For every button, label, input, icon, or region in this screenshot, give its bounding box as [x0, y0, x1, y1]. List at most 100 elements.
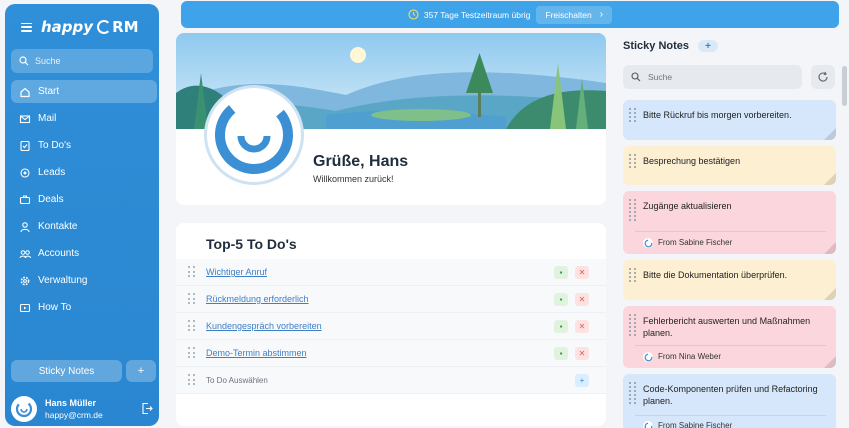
welcome-subtitle: Willkommen zurück! [313, 174, 394, 184]
unlock-button[interactable]: Freischalten › [536, 5, 613, 24]
todo-link[interactable]: Wichtiger Anruf [206, 267, 267, 277]
trial-banner: 357 Tage Testzeitraum übrig Freischalten… [181, 1, 839, 28]
sidebar-item-label: Deals [38, 194, 64, 205]
close-icon[interactable]: ✕ [575, 293, 589, 306]
note-fold [824, 173, 836, 185]
sticky-note[interactable]: Bitte Rückruf bis morgen vorbereiten. [623, 100, 836, 140]
todo-select-row[interactable]: To Do Auswählen + [176, 367, 606, 394]
profile-avatar-large [204, 85, 304, 185]
drag-handle-icon[interactable] [188, 320, 196, 332]
todo-row[interactable]: Demo-Termin abstimmen ▪ ✕ [176, 340, 606, 367]
notes-search-input[interactable] [648, 72, 768, 82]
hamburger-menu-icon[interactable] [21, 22, 32, 32]
todo-link[interactable]: Kundengespräch vorbereiten [206, 321, 322, 331]
sidebar-item-label: To Do's [38, 140, 72, 151]
sidebar-item-kontakte[interactable]: Kontakte [11, 215, 157, 238]
todo-link[interactable]: Rückmeldung erforderlich [206, 294, 309, 304]
sticky-note[interactable]: Bitte die Dokumentation überprüfen. [623, 260, 836, 300]
sidebar-item-deals[interactable]: Deals [11, 188, 157, 211]
sticky-notes-title: Sticky Notes [623, 40, 690, 52]
comment-icon[interactable]: ▪ [554, 293, 568, 306]
todos-title: Top-5 To Do's [206, 236, 297, 252]
notes-search[interactable] [623, 65, 802, 89]
sidebar-item-mail[interactable]: Mail [11, 107, 157, 130]
note-fold [824, 128, 836, 140]
user-email: happy@crm.de [45, 410, 103, 420]
user-info: Hans Müller happy@crm.de [45, 397, 103, 421]
sticky-notes-button[interactable]: Sticky Notes [11, 360, 122, 382]
avatar [643, 421, 653, 428]
sidebar-sticky-row: Sticky Notes + [11, 360, 157, 382]
drag-handle-icon[interactable] [629, 382, 637, 404]
add-sticky-note-button[interactable]: + [126, 360, 156, 382]
checklist-icon [18, 139, 31, 152]
gear-icon [18, 274, 31, 287]
note-fold [824, 242, 836, 254]
clock-icon [408, 9, 419, 20]
note-text: Code-Komponenten prüfen und Refactoring … [643, 384, 818, 406]
close-icon[interactable]: ✕ [575, 320, 589, 333]
drag-handle-icon[interactable] [629, 268, 637, 282]
drag-handle-icon[interactable] [188, 293, 196, 305]
welcome-card: Grüße, Hans Willkommen zurück! [176, 33, 606, 205]
drag-handle-icon[interactable] [188, 266, 196, 278]
user-name: Hans Müller [45, 398, 97, 408]
comment-icon[interactable]: ▪ [554, 347, 568, 360]
drag-handle-icon[interactable] [188, 347, 196, 359]
sidebar-item-howto[interactable]: How To [11, 296, 157, 319]
drag-handle-icon[interactable] [629, 108, 637, 122]
user-profile[interactable]: Hans Müller happy@crm.de [11, 396, 157, 422]
sidebar-item-label: Start [38, 86, 60, 97]
sidebar-item-todos[interactable]: To Do's [11, 134, 157, 157]
sticky-note[interactable]: Code-Komponenten prüfen und Refactoring … [623, 374, 836, 428]
todo-list: Wichtiger Anruf ▪ ✕ Rückmeldung erforder… [176, 259, 606, 394]
sticky-note[interactable]: Besprechung bestätigen [623, 146, 836, 185]
sticky-note[interactable]: Zugänge aktualisieren From Sabine Fische… [623, 191, 836, 254]
note-divider [635, 231, 826, 232]
sticky-note[interactable]: Fehlerbericht auswerten und Maßnahmen pl… [623, 306, 836, 368]
sidebar-item-label: Verwaltung [38, 275, 88, 286]
todo-row[interactable]: Kundengespräch vorbereiten ▪ ✕ [176, 313, 606, 340]
sidebar-item-label: Leads [38, 167, 66, 178]
todo-row[interactable]: Wichtiger Anruf ▪ ✕ [176, 259, 606, 286]
add-icon[interactable]: + [575, 374, 589, 387]
note-divider [635, 345, 826, 346]
sidebar-search-input[interactable] [35, 56, 135, 66]
add-note-button[interactable]: + [698, 40, 719, 52]
sidebar-search[interactable] [11, 49, 153, 73]
todo-select-placeholder[interactable]: To Do Auswählen [206, 376, 268, 385]
drag-handle-icon[interactable] [629, 154, 637, 168]
comment-icon[interactable]: ▪ [554, 266, 568, 279]
sidebar-item-accounts[interactable]: Accounts [11, 242, 157, 265]
close-icon[interactable]: ✕ [575, 347, 589, 360]
sidebar-item-label: Kontakte [38, 221, 78, 232]
sidebar-item-start[interactable]: Start [11, 80, 157, 103]
logo-happy-text: happy [41, 18, 94, 36]
sidebar: happy RM Start Mail To Do's Leads Deals [5, 4, 159, 426]
logout-icon[interactable] [141, 402, 153, 420]
logo-c-icon [97, 20, 112, 34]
howto-icon [18, 301, 31, 314]
note-author-label: From Sabine Fischer [658, 421, 733, 428]
unlock-label: Freischalten [545, 9, 592, 20]
scrollbar[interactable] [842, 66, 847, 106]
todo-link[interactable]: Demo-Termin abstimmen [206, 348, 307, 358]
refresh-button[interactable] [811, 65, 835, 89]
sticky-notes-panel: Sticky Notes + Bitte Rückruf bis morgen … [614, 30, 849, 428]
drag-handle-icon[interactable] [629, 314, 637, 336]
close-icon[interactable]: ✕ [575, 266, 589, 279]
sidebar-item-label: Mail [38, 113, 57, 124]
trial-text: 357 Tage Testzeitraum übrig [423, 9, 531, 20]
note-text: Bitte die Dokumentation überprüfen. [643, 270, 788, 280]
drag-handle-icon[interactable] [188, 374, 196, 386]
todo-row[interactable]: Rückmeldung erforderlich ▪ ✕ [176, 286, 606, 313]
note-divider [635, 415, 826, 416]
logo: happy RM [21, 16, 139, 38]
sidebar-item-verwaltung[interactable]: Verwaltung [11, 269, 157, 292]
drag-handle-icon[interactable] [629, 199, 637, 221]
sticky-notes-header: Sticky Notes + [623, 40, 719, 52]
comment-icon[interactable]: ▪ [554, 320, 568, 333]
sidebar-item-leads[interactable]: Leads [11, 161, 157, 184]
note-text: Fehlerbericht auswerten und Maßnahmen pl… [643, 316, 811, 338]
sidebar-item-label: Accounts [38, 248, 80, 259]
